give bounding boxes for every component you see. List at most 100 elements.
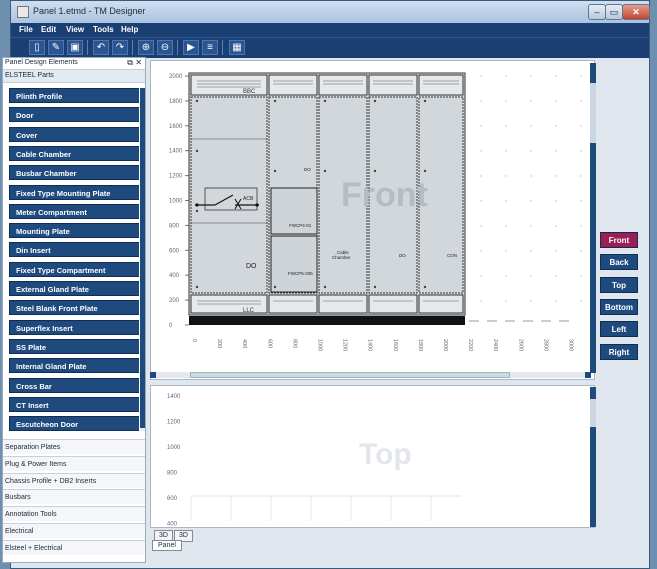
grid-dot xyxy=(555,275,557,277)
pin-icon[interactable]: ⧉ xyxy=(127,58,133,68)
part-item[interactable]: SS Plate xyxy=(9,338,139,354)
minimize-button[interactable]: ‒ xyxy=(588,4,606,20)
panel-title: Panel Design Elements xyxy=(5,59,78,66)
part-item[interactable]: Mounting Plate xyxy=(9,223,139,239)
grid-dot xyxy=(480,250,482,252)
front-vertical-scrollbar[interactable] xyxy=(590,63,596,373)
part-item[interactable]: External Gland Plate xyxy=(9,281,139,296)
y-tick-label: 1200 xyxy=(169,174,183,180)
undo-icon[interactable]: ↶ xyxy=(93,40,109,55)
view-button-top[interactable]: Top xyxy=(600,276,638,293)
top-outline xyxy=(190,495,461,521)
busbar-chamber[interactable] xyxy=(268,74,318,96)
busbar-chamber[interactable] xyxy=(318,74,368,96)
fwcp-bottom[interactable] xyxy=(270,235,318,293)
top-y-tick-label: 400 xyxy=(167,522,178,528)
play-icon[interactable]: ▶ xyxy=(183,40,199,55)
close-button[interactable]: ✕ xyxy=(622,4,650,20)
part-item[interactable]: CT Insert xyxy=(9,396,139,412)
part-item[interactable]: Superflex Insert xyxy=(9,319,139,335)
top-view-canvas[interactable]: 1400 1200 1000 800 600 400 Top xyxy=(150,385,595,528)
grid-dot xyxy=(480,100,482,102)
category-item[interactable]: Elsteel + Electrical xyxy=(3,539,145,555)
top-y-tick-label: 1000 xyxy=(167,445,181,451)
app-icon xyxy=(17,6,29,18)
part-item[interactable]: Escutcheon Door xyxy=(9,416,139,431)
view-button-right[interactable]: Right xyxy=(600,343,638,360)
llc-label: LLC xyxy=(243,308,255,314)
menu-edit[interactable]: Edit xyxy=(41,25,56,34)
grid-dot xyxy=(505,75,507,77)
top-vertical-scrollbar[interactable] xyxy=(590,387,596,527)
view-button-left[interactable]: Left xyxy=(600,321,638,338)
close-panel-icon[interactable]: ✕ xyxy=(135,58,142,67)
part-item[interactable]: Busbar Chamber xyxy=(9,165,139,181)
category-item[interactable]: Separation Plates xyxy=(3,439,145,454)
plinth-profile[interactable] xyxy=(189,316,465,325)
part-item[interactable]: Cross Bar xyxy=(9,377,139,393)
gland-plate[interactable] xyxy=(268,294,318,314)
busbar-chamber[interactable] xyxy=(368,74,418,96)
grid-dots xyxy=(480,75,582,302)
menu-file[interactable]: File xyxy=(19,25,33,34)
part-item[interactable]: Internal Gland Plate xyxy=(9,358,139,374)
category-item[interactable]: Electrical xyxy=(3,523,145,538)
grid-icon[interactable]: ▦ xyxy=(229,40,245,55)
part-item[interactable]: Plinth Profile xyxy=(9,88,139,103)
part-item[interactable]: Fixed Type Mounting Plate xyxy=(9,184,139,200)
horizontal-scroll-thumb[interactable] xyxy=(190,372,510,378)
category-item[interactable]: Busbars xyxy=(3,489,145,505)
busbar-chamber[interactable] xyxy=(418,74,464,96)
tab-panel[interactable]: Panel xyxy=(152,540,182,551)
category-item[interactable]: Annotation Tools xyxy=(3,506,145,522)
grid-dot xyxy=(530,100,532,102)
busbar-chamber[interactable] xyxy=(190,74,268,96)
horizontal-scrollbar[interactable] xyxy=(150,372,591,378)
menu-tools[interactable]: Tools xyxy=(93,25,114,34)
view-button-back[interactable]: Back xyxy=(600,254,638,271)
redo-icon[interactable]: ↷ xyxy=(112,40,128,55)
part-item[interactable]: Door xyxy=(9,107,139,123)
grid-dot xyxy=(555,75,557,77)
grid-dot xyxy=(555,225,557,227)
elsteel-parts-header[interactable]: ELSTEEL Parts xyxy=(3,70,145,83)
new-file-icon[interactable]: ▯ xyxy=(29,40,45,55)
grid-dot xyxy=(530,125,532,127)
menu-help[interactable]: Help xyxy=(121,25,138,34)
grid-dot xyxy=(530,75,532,77)
part-item[interactable]: Din Insert xyxy=(9,242,139,258)
fwcp-bottom-label: FWCP5-205 xyxy=(288,271,313,276)
view-button-bottom[interactable]: Bottom xyxy=(600,298,638,315)
grid-dot xyxy=(580,150,582,152)
category-item[interactable]: Chassis Profile + DB2 Inserts xyxy=(3,472,145,488)
list-icon[interactable]: ≡ xyxy=(202,40,218,55)
gland-plate[interactable] xyxy=(318,294,368,314)
vertical-scroll-thumb[interactable] xyxy=(590,83,596,143)
menu-view[interactable]: View xyxy=(66,25,84,34)
gland-plate[interactable] xyxy=(368,294,418,314)
part-item[interactable]: Cable Chamber xyxy=(9,145,139,161)
gland-plate[interactable] xyxy=(418,294,464,314)
save-icon[interactable]: ▣ xyxy=(67,40,83,55)
zoom-in-icon[interactable]: ⊕ xyxy=(138,40,154,55)
front-view-canvas[interactable]: 2000 1800 1600 1400 1200 1000 800 600 400 200 0 02… xyxy=(150,60,595,380)
part-item[interactable]: Steel Blank Front Plate xyxy=(9,300,139,316)
grid-dot xyxy=(505,250,507,252)
part-item[interactable]: Cover xyxy=(9,126,139,142)
grid-dot xyxy=(530,275,532,277)
part-item[interactable]: Meter Compartment xyxy=(9,203,139,219)
grid-dot xyxy=(505,300,507,302)
scroll-left-button[interactable] xyxy=(150,372,156,378)
edit-pencil-icon[interactable]: ✎ xyxy=(48,40,64,55)
top-scroll-thumb[interactable] xyxy=(590,399,596,427)
grid-dot xyxy=(480,300,482,302)
scroll-thumb[interactable] xyxy=(140,88,145,428)
panel-design-elements: Panel Design Elements ⧉ ✕ ELSTEEL Parts … xyxy=(2,57,146,563)
maximize-button[interactable]: ▭ xyxy=(605,4,623,20)
category-item[interactable]: Plug & Power Items xyxy=(3,455,145,471)
view-button-front[interactable]: Front xyxy=(600,232,638,248)
part-item[interactable]: Fixed Type Compartment xyxy=(9,261,139,277)
parts-scrollbar[interactable] xyxy=(140,88,145,431)
parts-list: Plinth Profile Door Cover Cable Chamber Busb… xyxy=(9,88,139,431)
zoom-out-icon[interactable]: ⊖ xyxy=(157,40,173,55)
